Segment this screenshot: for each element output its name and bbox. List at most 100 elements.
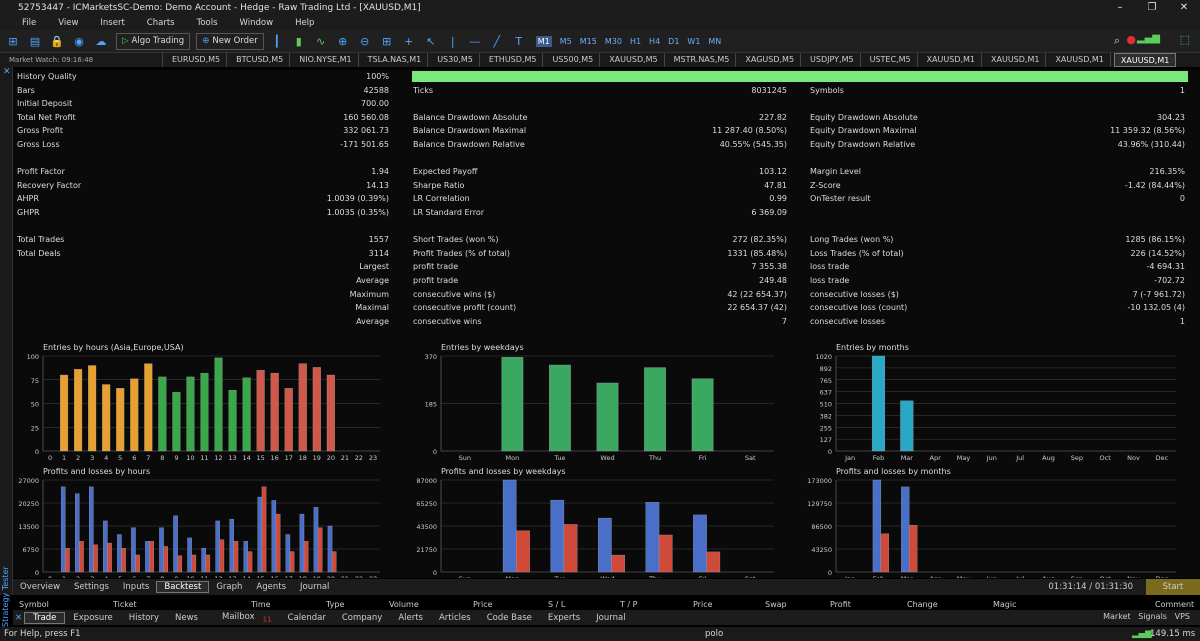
tab-calendar[interactable]: Calendar <box>280 613 334 623</box>
line-chart-icon[interactable]: ∿ <box>312 33 330 49</box>
text-icon[interactable]: T <box>510 33 528 49</box>
new-chart-icon[interactable]: ⊞ <box>4 33 22 49</box>
tab-trade[interactable]: Trade <box>24 611 66 624</box>
tf-m30[interactable]: M30 <box>605 37 622 46</box>
report-row-col3: Equity Drawdown Absolute 304.23 <box>13 113 1200 127</box>
signal-strength-icon[interactable]: ▂▄▆ <box>1137 33 1160 44</box>
chart-tab[interactable]: XAUUSD,M1 <box>1049 53 1111 67</box>
notification-icon[interactable]: ● <box>1126 33 1136 46</box>
trade-column-header[interactable]: Type <box>326 600 344 609</box>
algo-trading-button[interactable]: ▷ Algo Trading <box>116 32 191 50</box>
tf-w1[interactable]: W1 <box>687 37 700 46</box>
tab-code-base[interactable]: Code Base <box>479 613 540 623</box>
lock-icon[interactable]: 🔒 <box>48 33 66 49</box>
tf-mn[interactable]: MN <box>708 37 721 46</box>
trade-column-header[interactable]: Price <box>693 600 713 609</box>
chart-tab[interactable]: MSTR.NAS,M5 <box>668 53 737 67</box>
hline-icon[interactable]: — <box>466 33 484 49</box>
tab-journal[interactable]: Journal <box>293 582 336 592</box>
trade-column-header[interactable]: Time <box>251 600 271 609</box>
minimize-icon[interactable]: – <box>1104 0 1136 16</box>
restore-icon[interactable]: ❐ <box>1136 0 1168 16</box>
tf-m1[interactable]: M1 <box>535 35 552 47</box>
profiles-icon[interactable]: ▤ <box>26 33 44 49</box>
tab-journal-toolbox[interactable]: Journal <box>588 613 633 623</box>
tab-alerts[interactable]: Alerts <box>390 613 431 623</box>
menu-tools[interactable]: Tools <box>197 18 218 28</box>
trade-column-header[interactable]: Comment <box>1155 600 1194 609</box>
cloud-icon[interactable]: ☁ <box>92 33 110 49</box>
trade-column-header[interactable]: Swap <box>765 600 787 609</box>
chart-tab[interactable]: BTCUSD,M5 <box>230 53 291 67</box>
grid-icon[interactable]: ⊞ <box>378 33 396 49</box>
tab-settings[interactable]: Settings <box>67 582 116 592</box>
close-toolbox-icon[interactable]: ✕ <box>13 613 24 623</box>
menu-help[interactable]: Help <box>295 18 314 28</box>
trade-column-header[interactable]: Change <box>907 600 938 609</box>
chart-tab-active[interactable]: XAUUSD,M1 <box>1113 53 1177 67</box>
chart-tab[interactable]: USTEC,M5 <box>864 53 918 67</box>
tab-history[interactable]: History <box>121 613 167 623</box>
trade-column-header[interactable]: Volume <box>389 600 419 609</box>
tab-inputs[interactable]: Inputs <box>116 582 156 592</box>
chart-tab[interactable]: USDJPY,M5 <box>804 53 861 67</box>
cursor-icon[interactable]: ↖ <box>422 33 440 49</box>
trader-icon[interactable]: ⬚ <box>1180 33 1190 46</box>
tab-overview[interactable]: Overview <box>13 582 67 592</box>
zoom-in-icon[interactable]: ⊕ <box>334 33 352 49</box>
trendline-icon[interactable]: ╱ <box>488 33 506 49</box>
menu-view[interactable]: View <box>58 18 78 28</box>
tab-experts[interactable]: Experts <box>540 613 588 623</box>
chart-tab[interactable]: NIO.NYSE,M1 <box>293 53 359 67</box>
chart-tab[interactable]: XAUUSD,M5 <box>603 53 665 67</box>
chart-tab[interactable]: TSLA.NAS,M1 <box>362 53 429 67</box>
chart-bar-loss <box>233 541 239 573</box>
tab-mailbox[interactable]: Mailbox 11 <box>206 612 280 624</box>
crosshair-icon[interactable]: + <box>400 33 418 49</box>
menu-window[interactable]: Window <box>240 18 274 28</box>
vline-icon[interactable]: | <box>444 33 462 49</box>
trade-column-header[interactable]: T / P <box>620 600 638 609</box>
tab-exposure[interactable]: Exposure <box>65 613 120 623</box>
chart-tab[interactable]: US500,M5 <box>546 53 601 67</box>
chart-tab[interactable]: XAUUSD,M1 <box>921 53 983 67</box>
tf-m5[interactable]: M5 <box>560 37 572 46</box>
menu-insert[interactable]: Insert <box>100 18 124 28</box>
signals-link[interactable]: Signals <box>1138 612 1167 621</box>
trade-column-header[interactable]: Profit <box>830 600 851 609</box>
new-order-button[interactable]: ⊕ New Order <box>196 32 264 50</box>
tf-m15[interactable]: M15 <box>580 37 597 46</box>
trade-column-header[interactable]: S / L <box>548 600 565 609</box>
chart-bar-profit <box>550 499 565 573</box>
candles-icon[interactable]: ▮ <box>290 33 308 49</box>
search-icon[interactable]: ⌕ <box>1114 34 1120 48</box>
trade-column-header[interactable]: Ticket <box>113 600 137 609</box>
tf-d1[interactable]: D1 <box>668 37 679 46</box>
tab-agents[interactable]: Agents <box>249 582 293 592</box>
vps-link[interactable]: VPS <box>1175 612 1190 621</box>
zoom-out-icon[interactable]: ⊖ <box>356 33 374 49</box>
tf-h4[interactable]: H4 <box>649 37 660 46</box>
trade-column-header[interactable]: Magic <box>993 600 1017 609</box>
menu-file[interactable]: File <box>22 18 36 28</box>
signal-icon[interactable]: ◉ <box>70 33 88 49</box>
chart-tab[interactable]: XAGUSD,M5 <box>739 53 802 67</box>
tf-h1[interactable]: H1 <box>630 37 641 46</box>
tab-backtest[interactable]: Backtest <box>156 581 210 593</box>
close-icon[interactable]: ✕ <box>1168 0 1200 16</box>
trade-column-header[interactable]: Symbol <box>19 600 49 609</box>
bar-chart-icon[interactable]: ┃ <box>268 33 286 49</box>
chart-tab[interactable]: XAUUSD,M1 <box>985 53 1047 67</box>
trade-column-header[interactable]: Price <box>473 600 493 609</box>
menu-charts[interactable]: Charts <box>147 18 175 28</box>
market-link[interactable]: Market <box>1103 612 1131 621</box>
chart-tab[interactable]: ETHUSD,M5 <box>483 53 544 67</box>
chart-tab[interactable]: EURUSD,M5 <box>166 53 228 67</box>
tab-graph[interactable]: Graph <box>209 582 249 592</box>
close-tester-icon[interactable]: ✕ <box>0 67 12 77</box>
tab-news[interactable]: News <box>167 613 206 623</box>
tab-company[interactable]: Company <box>334 613 390 623</box>
chart-tab[interactable]: US30,M5 <box>431 53 480 67</box>
start-button[interactable]: Start <box>1146 579 1200 595</box>
tab-articles[interactable]: Articles <box>431 613 479 623</box>
